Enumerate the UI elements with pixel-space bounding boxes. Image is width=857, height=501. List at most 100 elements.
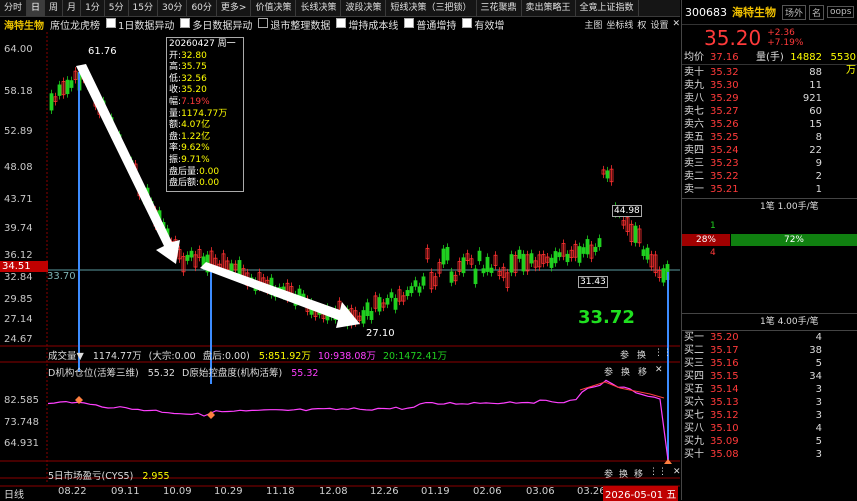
ask-row[interactable]: 卖五 35.25 8 xyxy=(682,131,857,144)
toolbar-tab[interactable]: 价值决策 xyxy=(251,0,297,16)
toolbar-tab[interactable]: 全竟上证指数 xyxy=(576,0,639,16)
ask-row[interactable]: 卖七 35.27 60 xyxy=(682,105,857,118)
ask-row[interactable]: 卖八 35.29 921 xyxy=(682,92,857,105)
ask-row[interactable]: 卖一 35.21 1 xyxy=(682,183,857,196)
param-button[interactable]: 参 xyxy=(604,467,613,480)
indicator1-title[interactable]: D机构仓位(活筹三维) xyxy=(48,368,139,379)
tooltip-row: 盘后量:0.00 xyxy=(169,166,220,177)
param-button[interactable]: 参 xyxy=(604,365,613,378)
tooltip-value: 7.19% xyxy=(181,96,210,107)
toolbar-tab[interactable]: 日 xyxy=(27,0,46,16)
checkbox[interactable] xyxy=(462,18,473,28)
current-date: 2026-05-01 五 xyxy=(603,486,679,501)
bid-row[interactable]: 买二 35.17 38 xyxy=(682,344,857,357)
toolbar-tab[interactable]: 60分 xyxy=(187,0,217,16)
ask-row[interactable]: 卖九 35.30 11 xyxy=(682,79,857,92)
vol-ma20: 20:1472.41万 xyxy=(382,351,448,362)
checkbox[interactable] xyxy=(180,18,191,28)
toolbar-tab[interactable]: 30分 xyxy=(158,0,188,16)
block-trade: (大宗:0.00 xyxy=(148,351,196,362)
toolbar-tab[interactable]: 短线决策（三把锁） xyxy=(386,0,477,16)
toolbar-tab[interactable]: 分时 xyxy=(0,0,28,16)
switch-button[interactable]: 换 xyxy=(637,348,646,361)
level-label: 买十 xyxy=(684,449,704,460)
right-button[interactable]: oops xyxy=(827,6,855,18)
level-volume: 3 xyxy=(815,397,822,408)
avg-label: 均价 xyxy=(684,52,704,63)
ind-tick-2: 73.748 xyxy=(4,417,39,428)
drag-icon[interactable]: ⋮⋮ xyxy=(654,348,672,361)
ask-row[interactable]: 卖六 35.26 15 xyxy=(682,118,857,131)
toolbar-tab[interactable]: 15分 xyxy=(129,0,158,16)
move-button[interactable]: 移 xyxy=(634,467,643,480)
toolbar-tab[interactable]: 更多> xyxy=(217,0,252,16)
bid-row[interactable]: 买五 35.14 3 xyxy=(682,383,857,396)
ask-row[interactable]: 卖二 35.22 2 xyxy=(682,170,857,183)
settings-button[interactable]: 设置 xyxy=(650,18,668,31)
gridline-button[interactable]: 坐标线 xyxy=(606,18,633,31)
price-change: +2.36 xyxy=(767,28,795,38)
volume-label[interactable]: 成交量▼ xyxy=(48,351,84,362)
level-label: 买四 xyxy=(684,371,704,382)
level-label: 买一 xyxy=(684,332,704,343)
rank-button[interactable]: 名 xyxy=(809,4,825,20)
bid-row[interactable]: 买十 35.08 3 xyxy=(682,448,857,461)
price-tick: 43.71 xyxy=(4,194,33,205)
rights-button[interactable]: 权 xyxy=(637,18,646,31)
checkbox[interactable] xyxy=(106,18,116,28)
toolbar-tab[interactable]: 波段决策 xyxy=(341,0,387,16)
indicator1-title2: D原始控盘度(机构活筹) xyxy=(182,368,283,379)
bid-row[interactable]: 买四 35.15 34 xyxy=(682,370,857,383)
tooltip-key: 盘 xyxy=(169,131,179,142)
bid-row[interactable]: 买一 35.20 4 xyxy=(682,331,857,344)
toolbar-tab[interactable]: 三花聚鼎 xyxy=(477,0,522,16)
amount-total: 5530万 xyxy=(830,52,856,76)
period-label[interactable]: 日线 xyxy=(4,486,24,501)
date-tick: 12.08 xyxy=(319,486,348,497)
close-icon[interactable]: ✕ xyxy=(673,467,681,480)
indicator-line-2 xyxy=(579,381,665,399)
date-tick: 08.22 xyxy=(58,486,87,497)
checkbox[interactable] xyxy=(336,18,347,28)
checkbox-label: 普通增持 xyxy=(416,20,457,32)
toolbar-tab[interactable]: 周 xyxy=(45,0,64,16)
main-chart-button[interactable]: 主图 xyxy=(584,18,602,31)
level-price: 35.14 xyxy=(710,384,739,395)
checkbox[interactable] xyxy=(258,18,269,28)
level-price: 35.22 xyxy=(710,171,739,182)
drag-icon[interactable]: ⋮⋮ xyxy=(649,467,667,480)
checkbox-label: 多日数据异动 xyxy=(192,20,253,32)
bid-row[interactable]: 买九 35.09 5 xyxy=(682,435,857,448)
param-button[interactable]: 参 xyxy=(620,348,629,361)
ask-row[interactable]: 卖四 35.24 22 xyxy=(682,144,857,157)
tooltip-value: 9.71% xyxy=(181,154,210,165)
toolbar-tab[interactable]: 月 xyxy=(63,0,82,16)
bid-row[interactable]: 买七 35.12 3 xyxy=(682,409,857,422)
bid-row[interactable]: 买六 35.13 3 xyxy=(682,396,857,409)
toolbar-tab[interactable]: 长线决策 xyxy=(296,0,342,16)
bid-row[interactable]: 买八 35.10 4 xyxy=(682,422,857,435)
close-icon[interactable]: ✕ xyxy=(672,19,680,29)
date-tick: 09.11 xyxy=(111,486,140,497)
close-icon[interactable]: ✕ xyxy=(655,365,663,378)
switch-button[interactable]: 换 xyxy=(619,467,628,480)
stock-name: 海特生物 xyxy=(4,20,44,32)
ask-row[interactable]: 卖十 35.32 88 xyxy=(682,66,857,79)
bid-row[interactable]: 买三 35.16 5 xyxy=(682,357,857,370)
big-price-label: 33.72 xyxy=(578,307,635,328)
checkbox[interactable] xyxy=(404,18,415,28)
level-label: 卖八 xyxy=(684,93,704,104)
toolbar-tab[interactable]: 1分 xyxy=(81,0,105,16)
move-button[interactable]: 移 xyxy=(638,365,647,378)
ask-row[interactable]: 卖三 35.23 9 xyxy=(682,157,857,170)
chart-area[interactable] xyxy=(0,32,680,500)
tooltip-row: 盘:1.22亿 xyxy=(169,131,211,142)
tooltip-row: 高:35.75 xyxy=(169,62,207,73)
switch-button[interactable]: 换 xyxy=(621,365,630,378)
seat-rank-link[interactable]: 席位龙虎榜 xyxy=(50,17,100,32)
toolbar-tab[interactable]: 5分 xyxy=(105,0,129,16)
indicator2-title[interactable]: 5日市场盈亏(CYS5) xyxy=(48,471,133,482)
level-volume: 3 xyxy=(815,384,822,395)
otc-button[interactable]: 场外 xyxy=(782,4,807,20)
toolbar-tab[interactable]: 卖出策略王 xyxy=(522,0,576,16)
